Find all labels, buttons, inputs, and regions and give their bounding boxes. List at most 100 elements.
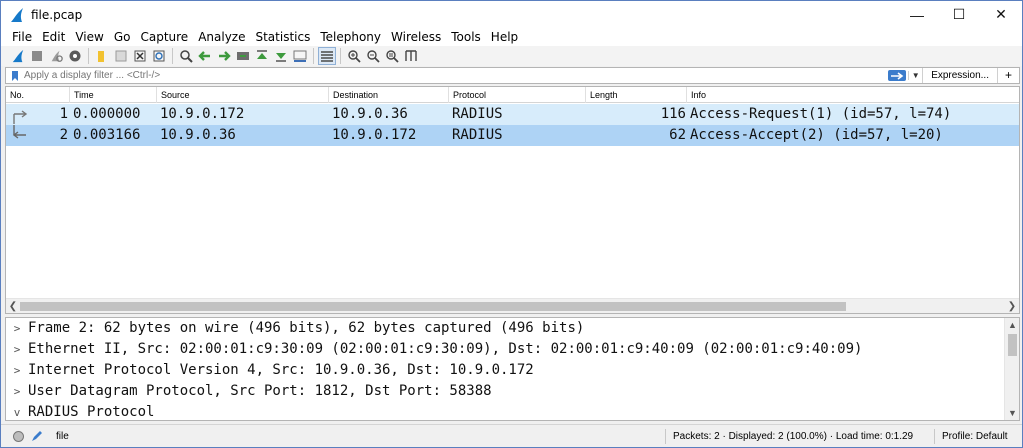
go-first-icon[interactable] <box>253 47 271 65</box>
packet-list: No. Time Source Destination Protocol Len… <box>5 86 1020 314</box>
save-file-icon[interactable] <box>112 47 130 65</box>
go-forward-icon[interactable] <box>215 47 233 65</box>
column-header-info[interactable]: Info <box>687 87 1019 103</box>
expand-chevron-icon[interactable]: > <box>6 381 28 402</box>
close-button[interactable]: ✕ <box>980 1 1022 28</box>
restart-capture-icon[interactable] <box>47 47 65 65</box>
auto-scroll-icon[interactable] <box>291 47 309 65</box>
go-to-packet-icon[interactable] <box>234 47 252 65</box>
menu-go[interactable]: Go <box>109 30 136 44</box>
scroll-right-icon[interactable]: ❯ <box>1005 299 1019 313</box>
detail-udp[interactable]: > User Datagram Protocol, Src Port: 1812,… <box>6 381 492 402</box>
scroll-up-icon[interactable]: ▲ <box>1005 318 1019 332</box>
menu-telephony[interactable]: Telephony <box>315 30 386 44</box>
status-file-name: file <box>56 430 69 442</box>
expand-chevron-icon[interactable]: > <box>6 360 28 381</box>
reload-file-icon[interactable] <box>150 47 168 65</box>
detail-text: Internet Protocol Version 4, Src: 10.9.0… <box>28 362 534 378</box>
detail-ipv4[interactable]: > Internet Protocol Version 4, Src: 10.9.… <box>6 360 534 381</box>
packet-length: 116 <box>660 106 686 122</box>
packet-protocol: RADIUS <box>452 127 503 143</box>
main-toolbar <box>1 46 1022 66</box>
maximize-button[interactable]: ☐ <box>938 1 980 28</box>
menu-tools[interactable]: Tools <box>446 30 486 44</box>
menu-wireless[interactable]: Wireless <box>386 30 446 44</box>
column-header-length[interactable]: Length <box>586 87 687 103</box>
packet-row[interactable]: 1 0.000000 10.9.0.172 10.9.0.36 RADIUS 1… <box>6 104 1019 125</box>
packet-details: > Frame 2: 62 bytes on wire (496 bits), 6… <box>5 317 1020 421</box>
packet-destination: 10.9.0.36 <box>332 106 408 122</box>
packet-list-hscrollbar[interactable]: ❮ ❯ <box>6 298 1019 313</box>
detail-radius[interactable]: v RADIUS Protocol <box>6 402 155 420</box>
column-header-time[interactable]: Time <box>70 87 157 103</box>
capture-comment-icon[interactable] <box>30 429 44 443</box>
menu-bar: File Edit View Go Capture Analyze Statis… <box>1 28 1022 46</box>
filter-history-dropdown-icon[interactable]: ▼ <box>908 71 922 80</box>
go-last-icon[interactable] <box>272 47 290 65</box>
column-header-protocol[interactable]: Protocol <box>449 87 586 103</box>
scroll-left-icon[interactable]: ❮ <box>6 299 20 313</box>
colorize-icon[interactable] <box>318 47 336 65</box>
filter-bookmark-icon[interactable] <box>9 70 21 82</box>
packet-info: Access-Accept(2) (id=57, l=20) <box>690 127 943 143</box>
expand-chevron-icon[interactable]: > <box>6 339 28 360</box>
packet-protocol: RADIUS <box>452 106 503 122</box>
detail-text: RADIUS Protocol <box>28 404 155 420</box>
column-header-source[interactable]: Source <box>157 87 329 103</box>
packet-list-header: No. Time Source Destination Protocol Len… <box>6 87 1019 103</box>
zoom-in-icon[interactable] <box>345 47 363 65</box>
detail-frame[interactable]: > Frame 2: 62 bytes on wire (496 bits), 6… <box>6 318 585 339</box>
status-profile[interactable]: Profile: Default <box>942 425 1008 448</box>
toolbar-separator <box>340 48 341 64</box>
capture-options-icon[interactable] <box>66 47 84 65</box>
status-packet-count: Packets: 2 · Displayed: 2 (100.0%) · Loa… <box>673 431 914 442</box>
expand-chevron-icon[interactable]: > <box>6 318 28 339</box>
zoom-out-icon[interactable] <box>364 47 382 65</box>
find-packet-icon[interactable] <box>177 47 195 65</box>
menu-help[interactable]: Help <box>486 30 523 44</box>
packet-source: 10.9.0.36 <box>160 127 236 143</box>
packet-row-selected[interactable]: 2 0.003166 10.9.0.36 10.9.0.172 RADIUS 6… <box>6 125 1019 146</box>
toolbar-separator <box>313 48 314 64</box>
close-file-icon[interactable] <box>131 47 149 65</box>
apply-filter-arrow-icon[interactable] <box>888 70 907 81</box>
hscroll-thumb[interactable] <box>20 302 846 311</box>
vscroll-thumb[interactable] <box>1008 334 1017 356</box>
detail-ethernet[interactable]: > Ethernet II, Src: 02:00:01:c9:30:09 (02… <box>6 339 863 360</box>
detail-text: Frame 2: 62 bytes on wire (496 bits), 62… <box>28 320 585 336</box>
status-separator <box>934 429 935 444</box>
column-header-destination[interactable]: Destination <box>329 87 449 103</box>
packet-source: 10.9.0.172 <box>160 106 245 122</box>
collapse-chevron-icon[interactable]: v <box>6 402 28 420</box>
start-capture-icon[interactable] <box>9 47 27 65</box>
open-file-icon[interactable] <box>93 47 111 65</box>
add-filter-button[interactable]: + <box>997 68 1019 83</box>
display-filter-input[interactable] <box>24 70 889 81</box>
display-filter-bar: ▼ Expression... + <box>5 67 1020 84</box>
menu-statistics[interactable]: Statistics <box>250 30 315 44</box>
menu-capture[interactable]: Capture <box>135 30 193 44</box>
toolbar-separator <box>172 48 173 64</box>
wireshark-window: file.pcap — ☐ ✕ File Edit View Go Captur… <box>0 0 1023 448</box>
status-separator <box>665 429 666 444</box>
menu-analyze[interactable]: Analyze <box>193 30 250 44</box>
stop-capture-icon[interactable] <box>28 47 46 65</box>
packet-length: 62 <box>669 127 686 143</box>
menu-edit[interactable]: Edit <box>37 30 70 44</box>
packet-no: 1 <box>59 106 68 122</box>
packet-time: 0.003166 <box>73 127 141 143</box>
expert-info-led-icon[interactable] <box>13 430 24 442</box>
scroll-down-icon[interactable]: ▼ <box>1005 406 1019 420</box>
resize-columns-icon[interactable] <box>402 47 420 65</box>
window-controls: — ☐ ✕ <box>896 1 1022 28</box>
column-header-no[interactable]: No. <box>6 87 70 103</box>
minimize-button[interactable]: — <box>896 1 938 28</box>
expression-button[interactable]: Expression... <box>922 68 997 83</box>
window-title: file.pcap <box>31 7 83 22</box>
menu-view[interactable]: View <box>70 30 108 44</box>
details-vscrollbar[interactable]: ▲ ▼ <box>1004 318 1019 420</box>
zoom-reset-icon[interactable] <box>383 47 401 65</box>
go-back-icon[interactable] <box>196 47 214 65</box>
menu-file[interactable]: File <box>7 30 37 44</box>
packet-no: 2 <box>59 127 68 143</box>
